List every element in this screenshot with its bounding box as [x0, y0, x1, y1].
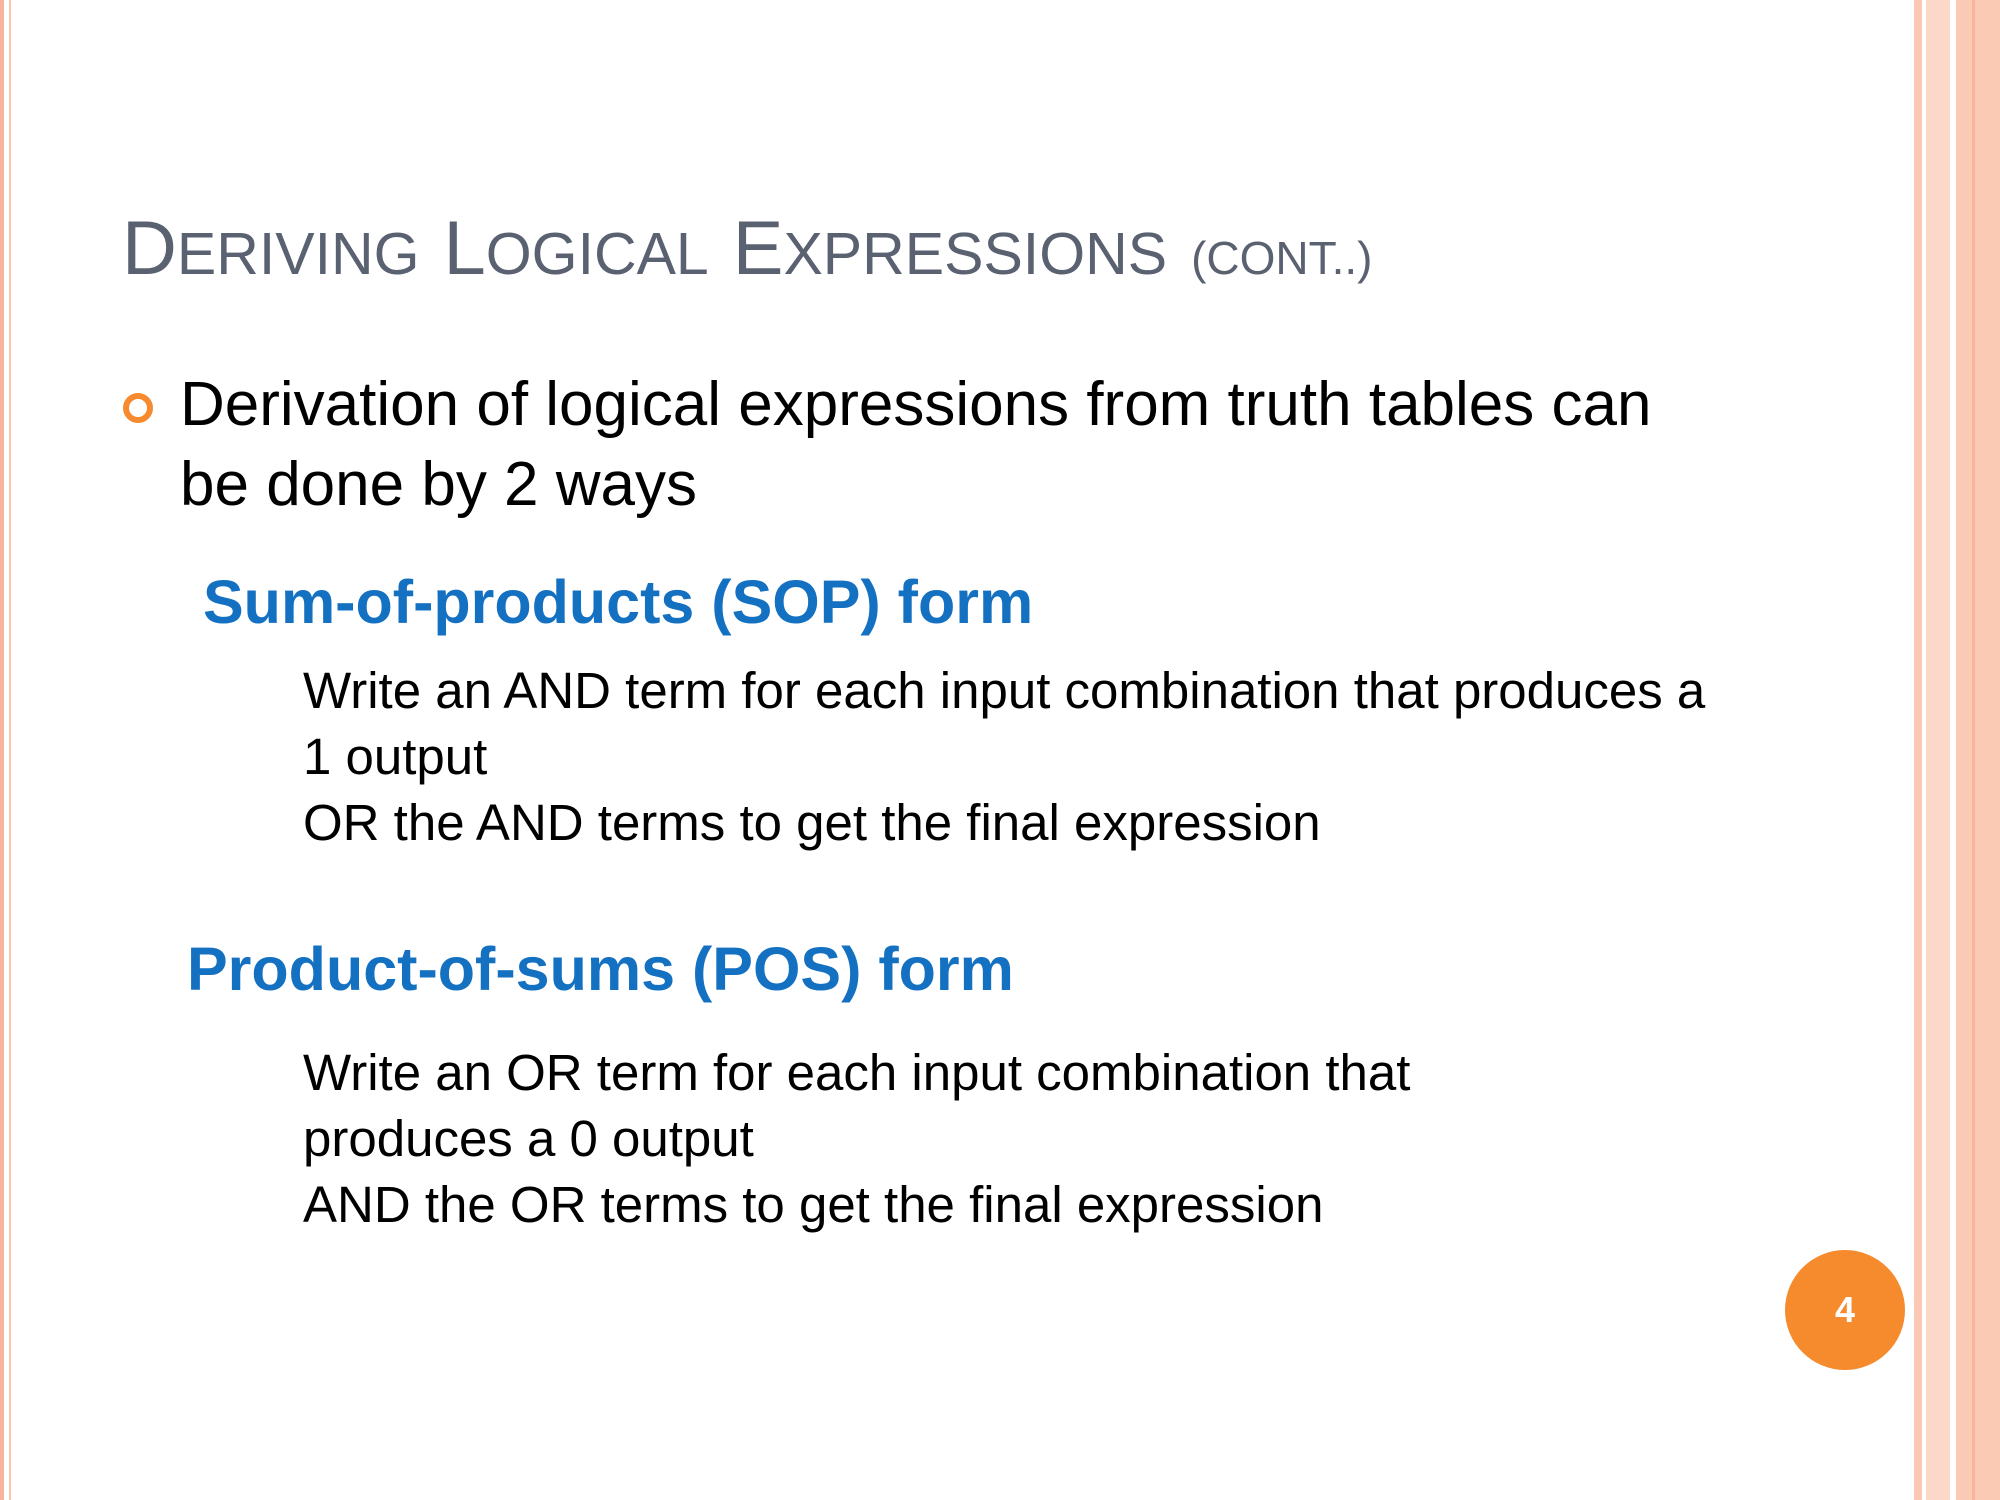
- right-border-line: [1972, 0, 1975, 1500]
- sop-description: Write an AND term for each input combina…: [303, 658, 1863, 856]
- slide: DERIVING LOGICAL EXPRESSIONS (CONT..) Deriv…: [0, 0, 2000, 1500]
- sop-line: 1 output: [303, 728, 488, 785]
- right-border-stripe: [1914, 0, 1922, 1500]
- left-border-line-inner: [9, 0, 11, 1500]
- left-border-line: [0, 0, 4, 1500]
- sop-line: Write an AND term for each input combina…: [303, 662, 1706, 719]
- sop-line: OR the AND terms to get the final expres…: [303, 794, 1321, 851]
- bullet-line: Derivation of logical expressions from t…: [180, 370, 1652, 439]
- page-number-badge: 4: [1785, 1250, 1905, 1370]
- bullet-text: Derivation of logical expressions from t…: [180, 365, 1820, 525]
- bullet-circle-icon: [123, 393, 153, 423]
- pos-description: Write an OR term for each input combinat…: [303, 1040, 1863, 1238]
- sop-heading: Sum-of-products (SOP) form: [203, 568, 1034, 636]
- pos-line: Write an OR term for each input combinat…: [303, 1044, 1411, 1101]
- pos-line: produces a 0 output: [303, 1110, 754, 1167]
- pos-line: AND the OR terms to get the final expres…: [303, 1176, 1324, 1233]
- slide-title: DERIVING LOGICAL EXPRESSIONS (CONT..): [122, 206, 1373, 291]
- bullet-line: be done by 2 ways: [180, 450, 698, 519]
- right-border-band: [1956, 0, 2000, 1500]
- right-border-stripe: [1926, 0, 1950, 1500]
- title-suffix: (CONT..): [1191, 232, 1373, 284]
- pos-heading: Product-of-sums (POS) form: [187, 935, 1014, 1003]
